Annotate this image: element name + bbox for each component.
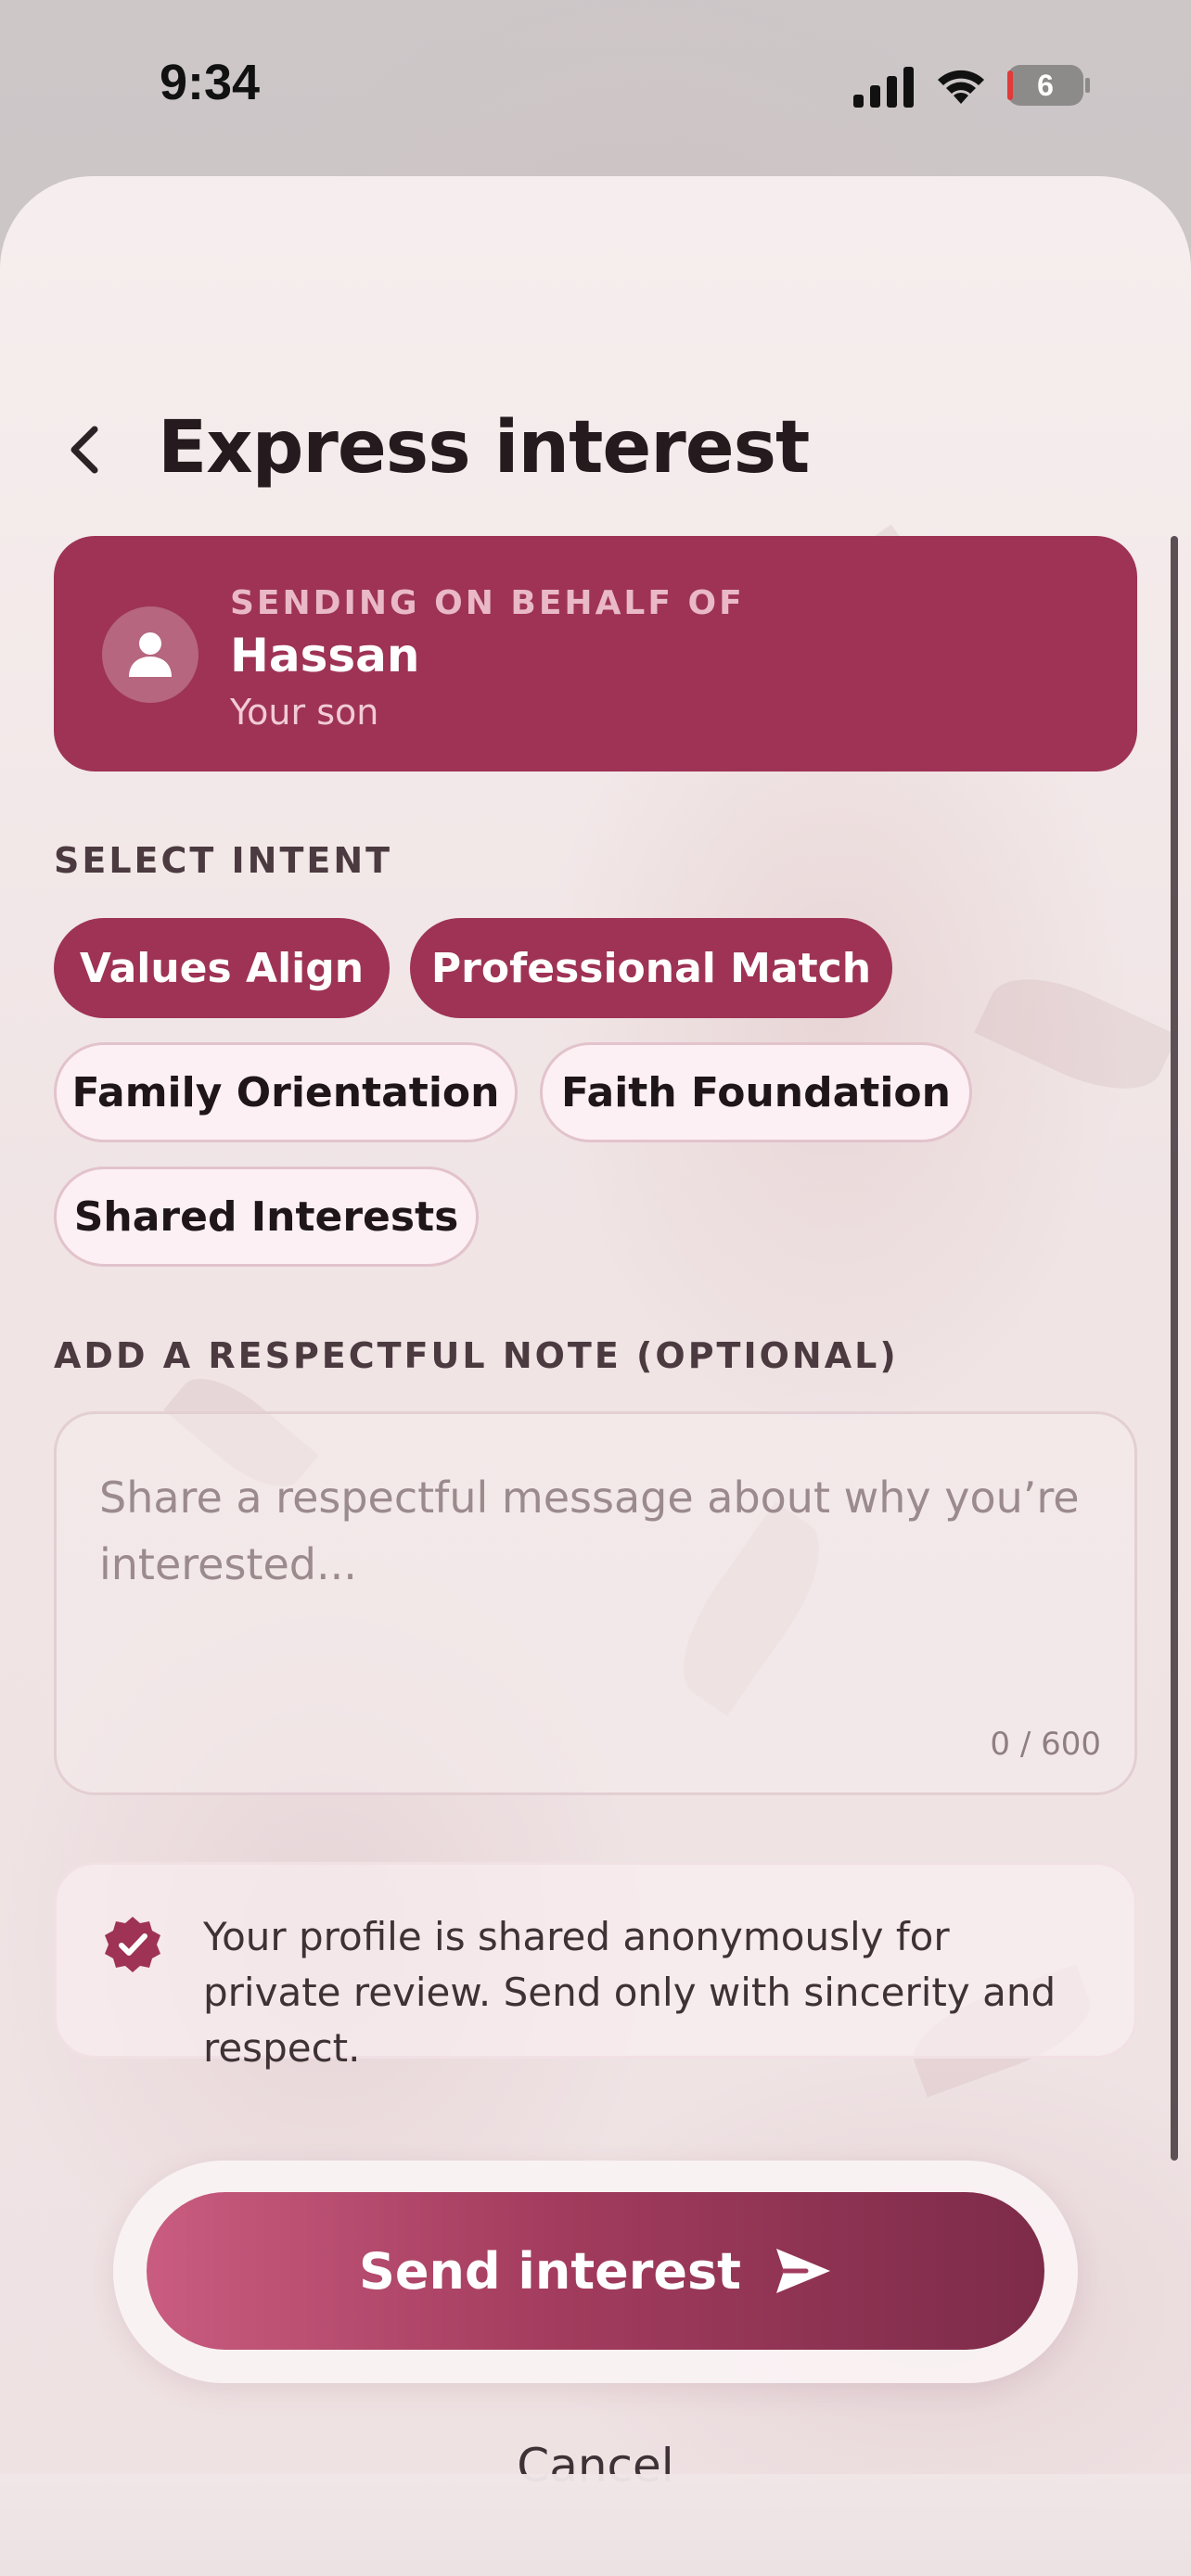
send-interest-button[interactable]: Send interest [147,2192,1044,2350]
send-button-container: Send interest [113,2161,1078,2383]
send-interest-label: Send interest [358,2241,741,2301]
battery-icon: 6 [1007,65,1083,106]
note-textarea[interactable]: Share a respectful message about why you… [54,1411,1137,1795]
intent-chip-faith-foundation[interactable]: Faith Foundation [540,1042,972,1142]
avatar [102,606,198,703]
behalf-label: SENDING ON BEHALF OF [230,584,745,622]
battery-nub [1085,78,1090,93]
leaf-decoration [974,956,1178,1112]
intent-section-label: SELECT INTENT [54,840,393,881]
intent-chip-shared-interests[interactable]: Shared Interests [54,1167,479,1267]
person-icon [129,632,172,677]
privacy-notice: Your profile is shared anonymously for p… [54,1862,1137,2071]
intent-chip-professional-match[interactable]: Professional Match [410,918,892,1018]
chevron-left-icon [70,426,98,474]
scrollbar[interactable] [1171,536,1178,2161]
note-section-label: ADD A RESPECTFUL NOTE (OPTIONAL) [54,1335,899,1376]
signal-icon [853,67,914,108]
send-icon [776,2249,830,2293]
behalf-relation: Your son [230,692,379,733]
verified-badge-icon [105,1917,160,1972]
note-placeholder: Share a respectful message about why you… [99,1473,1080,1589]
status-time: 9:34 [160,55,261,110]
wifi-icon [938,70,984,104]
status-bar: 9:34 6 [0,0,1191,176]
page-title: Express interest [158,406,810,490]
sending-on-behalf-card: SENDING ON BEHALF OF Hassan Your son [54,536,1137,772]
privacy-text: Your profile is shared anonymously for p… [203,1914,1057,2071]
behalf-name: Hassan [230,629,420,682]
note-character-count: 0 / 600 [990,1726,1101,1763]
intent-chip-family-orientation[interactable]: Family Orientation [54,1042,518,1142]
bottom-fade [0,2474,1191,2576]
back-button[interactable] [58,417,109,482]
intent-chip-values-align[interactable]: Values Align [54,918,390,1018]
